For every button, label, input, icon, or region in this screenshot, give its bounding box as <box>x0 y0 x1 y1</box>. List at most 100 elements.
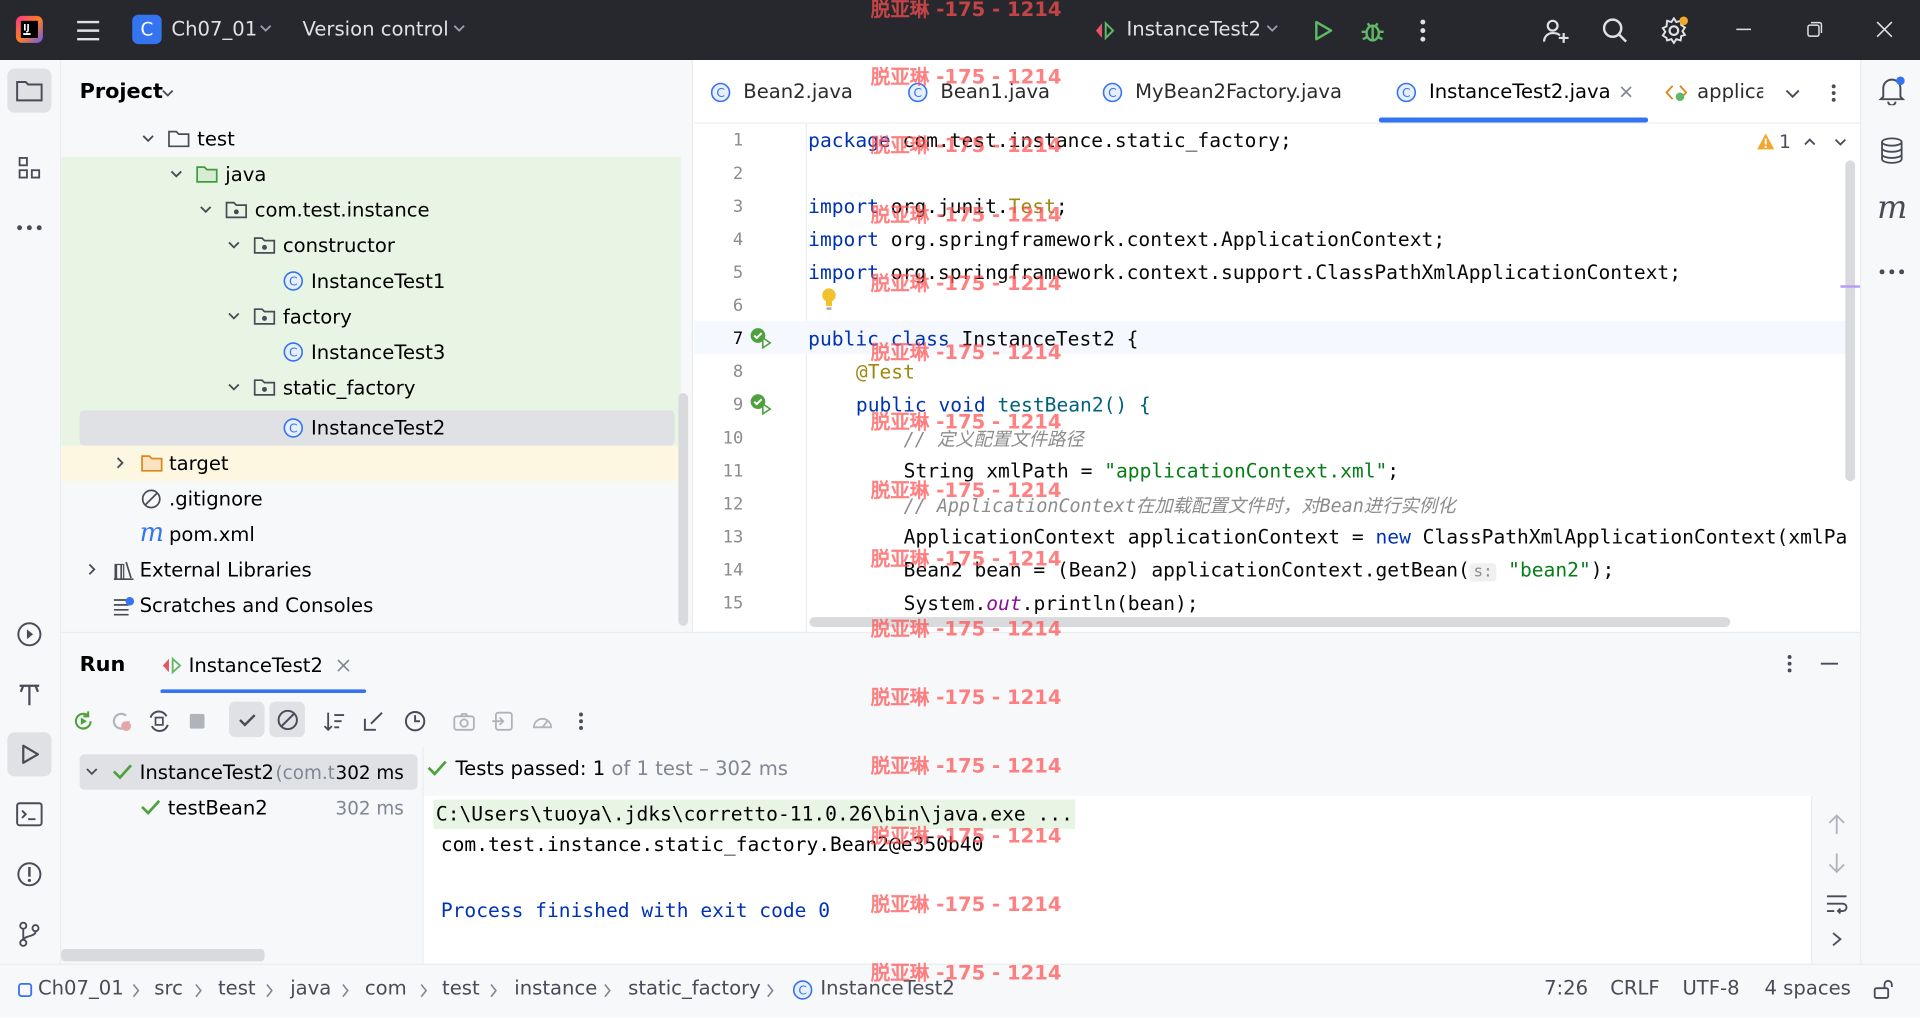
git-icon[interactable] <box>15 920 44 949</box>
main-menu-icon[interactable] <box>73 16 102 45</box>
code-editor[interactable]: 1 2 3 4 5 6 7 8 9 10 11 12 13 14 15 pack… <box>694 123 1861 632</box>
maven-icon[interactable]: m <box>1877 190 1907 227</box>
warning-count[interactable]: 1 <box>1779 131 1791 153</box>
chevron-right-icon[interactable] <box>113 456 128 471</box>
rerun-icon[interactable] <box>71 709 95 733</box>
breadcrumb-item[interactable]: Ch07_01 <box>38 976 124 999</box>
run-test-gutter-icon[interactable] <box>749 393 772 416</box>
lock-icon[interactable] <box>1872 978 1894 1000</box>
more-actions-icon[interactable] <box>1408 16 1437 45</box>
toggle-auto-test-icon[interactable] <box>147 709 171 733</box>
tab-applicationcontext[interactable]: applica <box>1665 80 1763 107</box>
tree-item-external-libraries[interactable]: External Libraries <box>61 552 692 588</box>
hide-panel-icon[interactable] <box>1817 650 1841 677</box>
chevron-down-icon[interactable] <box>227 238 242 253</box>
test-history-icon[interactable] <box>403 709 427 733</box>
breadcrumb-item[interactable]: static_factory <box>628 976 761 999</box>
minimize-window-icon[interactable] <box>1729 15 1758 44</box>
project-panel-title[interactable]: Project <box>80 80 163 104</box>
breadcrumb-item[interactable]: java <box>290 976 331 999</box>
chevron-down-icon[interactable] <box>227 380 242 395</box>
tree-item-class[interactable]: C InstanceTest3 <box>61 334 692 370</box>
run-config-dropdown[interactable]: InstanceTest2 <box>1127 17 1261 40</box>
close-tab-icon[interactable] <box>337 659 350 672</box>
tree-item-class-selected[interactable]: C InstanceTest2 <box>61 410 692 446</box>
tree-item-class[interactable]: C InstanceTest1 <box>61 263 692 299</box>
tree-item-java[interactable]: java <box>61 157 692 193</box>
arrow-down-icon[interactable] <box>1827 852 1847 874</box>
arrow-up-icon[interactable] <box>1827 813 1847 835</box>
version-control-dropdown[interactable]: Version control <box>302 17 448 40</box>
tree-item-package[interactable]: factory <box>61 299 692 335</box>
stop-icon[interactable] <box>185 709 209 733</box>
more-tools-icon[interactable] <box>15 213 44 242</box>
coverage-icon[interactable] <box>530 709 554 733</box>
file-encoding[interactable]: UTF-8 <box>1682 976 1739 999</box>
console-output[interactable]: C:\Users\tuoya\.jdks\corretto-11.0.26\bi… <box>423 795 1812 964</box>
chevron-down-icon[interactable] <box>84 764 99 779</box>
run-test-gutter-icon[interactable] <box>749 327 772 349</box>
services-icon[interactable] <box>15 620 44 649</box>
warning-icon[interactable] <box>1756 132 1776 150</box>
breadcrumb-item[interactable]: src <box>154 976 183 999</box>
caret-position[interactable]: 7:26 <box>1544 976 1588 999</box>
import-tests-icon[interactable] <box>491 709 515 733</box>
project-scrollbar[interactable] <box>678 393 689 626</box>
close-tab-icon[interactable] <box>1619 84 1634 99</box>
chevron-down-icon[interactable] <box>169 167 184 182</box>
chevron-right-icon[interactable] <box>84 562 99 577</box>
run-tab-label[interactable]: InstanceTest2 <box>189 654 323 677</box>
indent-setting[interactable]: 4 spaces <box>1764 976 1850 999</box>
test-tree-scrollbar[interactable] <box>61 948 265 962</box>
editor-vertical-scrollbar[interactable] <box>1845 160 1856 482</box>
tree-item-target[interactable]: target <box>61 446 692 482</box>
chevron-down-icon[interactable] <box>198 202 213 217</box>
collapse-all-icon[interactable] <box>361 709 385 733</box>
screenshot-icon[interactable] <box>452 709 476 733</box>
tree-item-test[interactable]: test <box>61 121 692 157</box>
chevron-down-icon[interactable] <box>141 131 156 146</box>
breadcrumb-item[interactable]: instance <box>514 976 597 999</box>
chevron-down-icon[interactable] <box>1783 83 1803 103</box>
more-options-icon[interactable] <box>1778 650 1800 677</box>
rerun-failed-icon[interactable] <box>109 709 133 733</box>
notifications-bell-icon[interactable] <box>1877 76 1906 106</box>
database-icon[interactable] <box>1877 136 1906 165</box>
chevron-up-icon[interactable] <box>1802 135 1817 150</box>
chevron-down-icon[interactable] <box>1833 135 1848 150</box>
test-name[interactable]: testBean2 <box>168 796 268 819</box>
project-name-dropdown[interactable]: Ch07_01 <box>171 17 257 40</box>
tree-item-package[interactable]: constructor <box>61 228 692 264</box>
line-number: 15 <box>722 593 744 614</box>
breadcrumb-item[interactable]: test <box>442 976 480 999</box>
line-number: 10 <box>722 428 744 449</box>
lightbulb-icon[interactable] <box>820 287 837 311</box>
problems-icon[interactable] <box>15 860 44 889</box>
chevron-down-icon[interactable] <box>227 309 242 324</box>
breadcrumb-item[interactable]: com <box>365 976 407 999</box>
close-window-icon[interactable] <box>1870 15 1899 44</box>
terminal-icon[interactable] <box>15 800 44 829</box>
settings-gear-icon[interactable] <box>1658 15 1690 47</box>
run-icon[interactable] <box>1308 16 1337 45</box>
build-icon[interactable] <box>15 680 44 709</box>
tree-item-scratches[interactable]: Scratches and Consoles <box>61 588 692 624</box>
tree-item-package[interactable]: static_factory <box>61 370 692 406</box>
sort-icon[interactable] <box>322 709 346 733</box>
app-logo-icon[interactable]: IJ <box>15 15 44 44</box>
debug-icon[interactable] <box>1358 16 1387 45</box>
line-separator[interactable]: CRLF <box>1610 976 1659 999</box>
breadcrumb-item[interactable]: test <box>218 976 256 999</box>
search-icon[interactable] <box>1599 15 1631 47</box>
structure-icon[interactable] <box>15 153 44 182</box>
tree-item-package[interactable]: com.test.instance <box>61 192 692 228</box>
restore-window-icon[interactable] <box>1800 15 1829 44</box>
more-options-icon[interactable] <box>571 709 591 733</box>
more-tabs-icon[interactable] <box>1823 81 1843 105</box>
add-user-icon[interactable] <box>1539 15 1571 47</box>
chevron-right-icon[interactable] <box>1829 931 1844 948</box>
more-tools-icon[interactable] <box>1877 257 1906 286</box>
tree-item-file[interactable]: m pom.xml <box>61 517 692 553</box>
tree-item-file[interactable]: .gitignore <box>61 481 692 517</box>
soft-wrap-icon[interactable] <box>1824 893 1848 915</box>
